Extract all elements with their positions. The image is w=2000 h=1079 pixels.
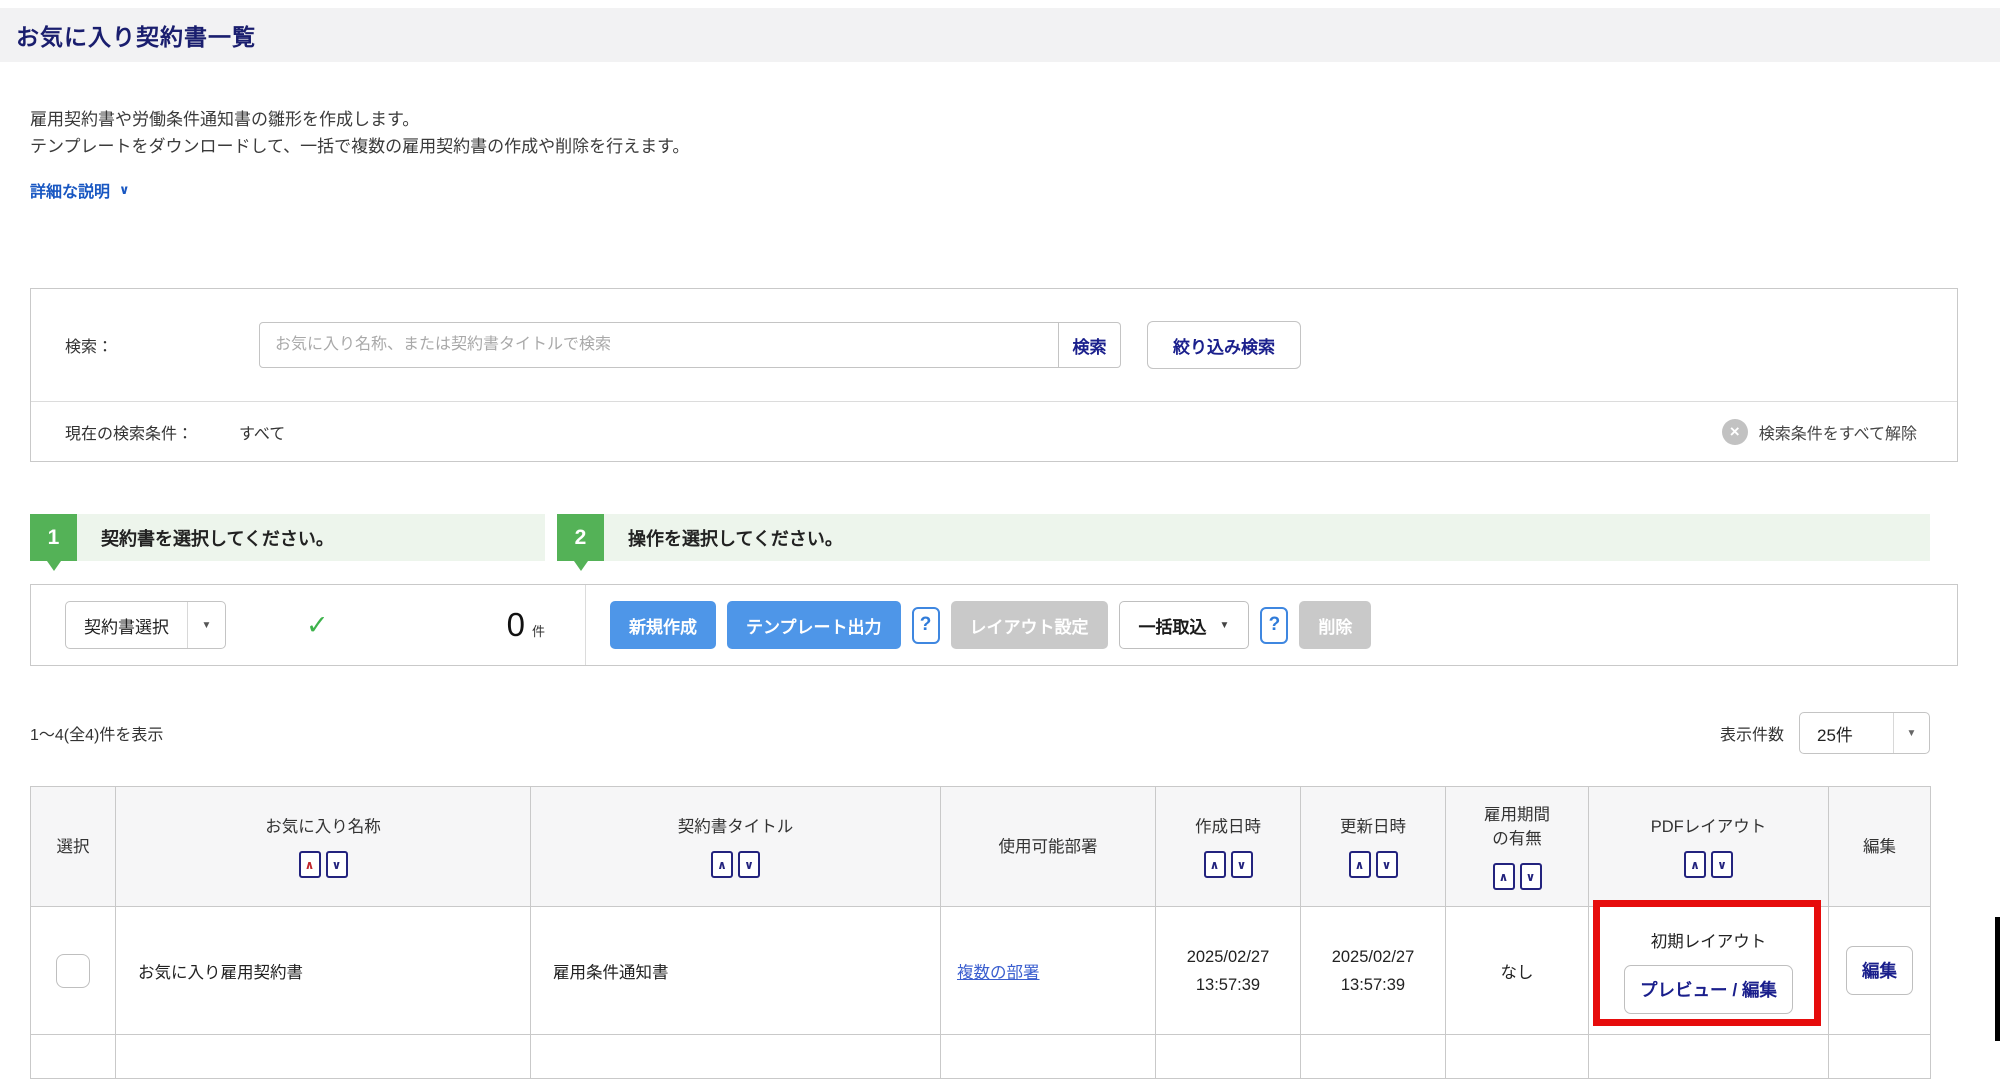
current-conditions-label: 現在の検索条件：	[65, 420, 193, 444]
search-input[interactable]	[259, 322, 1059, 368]
sort-asc-icon[interactable]: ∧	[1684, 851, 1706, 878]
search-button[interactable]: 検索	[1059, 322, 1121, 368]
search-label: 検索：	[65, 333, 259, 357]
column-header-department: 使用可能部署	[941, 787, 1156, 907]
table-row: お気に入り雇用契約書 雇用条件通知書 複数の部署 2025/02/27 13:5…	[31, 907, 1931, 1035]
page-description: 雇用契約書や労働条件通知書の雛形を作成します。 テンプレートをダウンロードして、…	[30, 106, 2000, 160]
updated-datetime-cell: 2025/02/27 13:57:39	[1301, 907, 1446, 1035]
clear-all-conditions-button[interactable]: × 検索条件をすべて解除	[1722, 419, 1917, 445]
department-link[interactable]: 複数の部署	[957, 964, 1040, 982]
column-header-favorite-name: お気に入り名称 ∧ ∨	[116, 787, 531, 907]
results-range-text: 1〜4(全4)件を表示	[30, 721, 163, 745]
delete-button[interactable]: 削除	[1299, 601, 1371, 649]
right-edge-black-strip	[1995, 917, 2000, 1041]
step-1-label: 契約書を選択してください。	[101, 525, 334, 551]
sort-desc-icon[interactable]: ∨	[1376, 851, 1398, 878]
column-header-updated: 更新日時 ∧ ∨	[1301, 787, 1446, 907]
step-2-bar: 2 操作を選択してください。	[557, 514, 1930, 561]
step-bars: 1 契約書を選択してください。 2 操作を選択してください。	[30, 514, 1930, 561]
sort-asc-icon[interactable]: ∧	[1493, 863, 1515, 890]
favorites-table: 選択 お気に入り名称 ∧ ∨ 契約書タイトル ∧ ∨ 使用可能部署 作成	[30, 786, 1931, 1079]
filter-search-button[interactable]: 絞り込み検索	[1147, 321, 1301, 369]
template-export-button[interactable]: テンプレート出力	[727, 601, 901, 649]
row-edit-button[interactable]: 編集	[1846, 946, 1913, 995]
edit-cell: 編集	[1829, 907, 1931, 1035]
layout-settings-button[interactable]: レイアウト設定	[951, 601, 1108, 649]
sort-asc-icon[interactable]: ∧	[711, 851, 733, 878]
sort-desc-icon[interactable]: ∨	[1231, 851, 1253, 878]
sort-asc-icon[interactable]: ∧	[299, 851, 321, 878]
row-checkbox[interactable]	[56, 954, 90, 988]
column-header-select: 選択	[31, 787, 116, 907]
caret-down-icon: ▼	[187, 602, 225, 648]
selected-count: 0 件	[507, 606, 585, 644]
action-toolbar: 契約書選択 ▼ ✓ 0 件 新規作成 テンプレート出力 ? レイアウト設定 一括…	[30, 584, 1958, 666]
table-row-partial	[31, 1035, 1931, 1079]
per-page-dropdown[interactable]: 25件 ▼	[1799, 712, 1930, 754]
department-cell: 複数の部署	[941, 907, 1156, 1035]
search-row: 検索： 検索 絞り込み検索	[31, 289, 1957, 401]
page-title-bar: お気に入り契約書一覧	[0, 8, 2000, 62]
description-line-2: テンプレートをダウンロードして、一括で複数の雇用契約書の作成や削除を行えます。	[30, 133, 2000, 160]
contract-title-cell: 雇用条件通知書	[531, 907, 941, 1035]
results-info-row: 1〜4(全4)件を表示 表示件数 25件 ▼	[30, 712, 1930, 754]
step-2-label: 操作を選択してください。	[628, 525, 843, 551]
per-page-control: 表示件数 25件 ▼	[1720, 712, 1930, 754]
pdf-layout-name: 初期レイアウト	[1589, 928, 1828, 952]
table-header-row: 選択 お気に入り名称 ∧ ∨ 契約書タイトル ∧ ∨ 使用可能部署 作成	[31, 787, 1931, 907]
help-icon-template[interactable]: ?	[912, 607, 940, 644]
search-input-group: 検索	[259, 322, 1121, 368]
help-icon-import[interactable]: ?	[1260, 607, 1288, 644]
sort-asc-icon[interactable]: ∧	[1204, 851, 1226, 878]
bulk-import-dropdown-button[interactable]: 一括取込 ▼	[1119, 601, 1250, 649]
step-1-badge: 1	[30, 514, 77, 561]
preview-edit-button[interactable]: プレビュー / 編集	[1624, 965, 1793, 1014]
page-title: お気に入り契約書一覧	[16, 18, 256, 52]
per-page-label: 表示件数	[1720, 721, 1784, 745]
sort-desc-icon[interactable]: ∨	[738, 851, 760, 878]
column-header-edit: 編集	[1829, 787, 1931, 907]
per-page-value: 25件	[1800, 713, 1893, 753]
sort-asc-icon[interactable]: ∧	[1349, 851, 1371, 878]
pdf-layout-cell: 初期レイアウト プレビュー / 編集	[1589, 907, 1829, 1035]
bulk-import-label: 一括取込	[1139, 613, 1207, 638]
contract-select-label: 契約書選択	[66, 602, 187, 648]
column-header-contract-title: 契約書タイトル ∧ ∨	[531, 787, 941, 907]
toolbar-actions: 新規作成 テンプレート出力 ? レイアウト設定 一括取込 ▼ ? 削除	[610, 601, 1371, 649]
check-icon: ✓	[306, 610, 329, 641]
description-line-1: 雇用契約書や労働条件通知書の雛形を作成します。	[30, 106, 2000, 133]
step-2-badge: 2	[557, 514, 604, 561]
caret-down-icon: ▼	[1893, 713, 1929, 753]
search-panel: 検索： 検索 絞り込み検索 現在の検索条件： すべて × 検索条件をすべて解除	[30, 288, 1958, 462]
clear-circle-x-icon: ×	[1722, 419, 1748, 445]
favorite-name-cell: お気に入り雇用契約書	[116, 907, 531, 1035]
step-1-bar: 1 契約書を選択してください。	[30, 514, 545, 561]
current-search-conditions-row: 現在の検索条件： すべて × 検索条件をすべて解除	[31, 401, 1957, 461]
caret-down-icon: ▼	[1220, 620, 1230, 631]
column-header-employment-period: 雇用期間 の有無 ∧ ∨	[1446, 787, 1589, 907]
row-select-cell	[31, 907, 116, 1035]
sort-desc-icon[interactable]: ∨	[1520, 863, 1542, 890]
column-header-pdf-layout: PDFレイアウト ∧ ∨	[1589, 787, 1829, 907]
sort-desc-icon[interactable]: ∨	[1711, 851, 1733, 878]
selection-area: 契約書選択 ▼ ✓ 0 件	[65, 601, 585, 649]
sort-desc-icon[interactable]: ∨	[326, 851, 348, 878]
detail-description-link[interactable]: 詳細な説明 ∨	[30, 178, 130, 202]
contract-select-dropdown[interactable]: 契約書選択 ▼	[65, 601, 226, 649]
create-new-button[interactable]: 新規作成	[610, 601, 716, 649]
current-conditions-value: すべて	[239, 420, 285, 444]
selected-count-value: 0	[507, 606, 525, 644]
column-header-created: 作成日時 ∧ ∨	[1156, 787, 1301, 907]
toolbar-divider	[585, 585, 586, 665]
selected-count-unit: 件	[532, 621, 545, 640]
clear-all-conditions-label: 検索条件をすべて解除	[1759, 420, 1917, 444]
chevron-down-icon: ∨	[119, 182, 130, 198]
detail-description-label: 詳細な説明	[30, 178, 110, 202]
employment-period-cell: なし	[1446, 907, 1589, 1035]
created-datetime-cell: 2025/02/27 13:57:39	[1156, 907, 1301, 1035]
